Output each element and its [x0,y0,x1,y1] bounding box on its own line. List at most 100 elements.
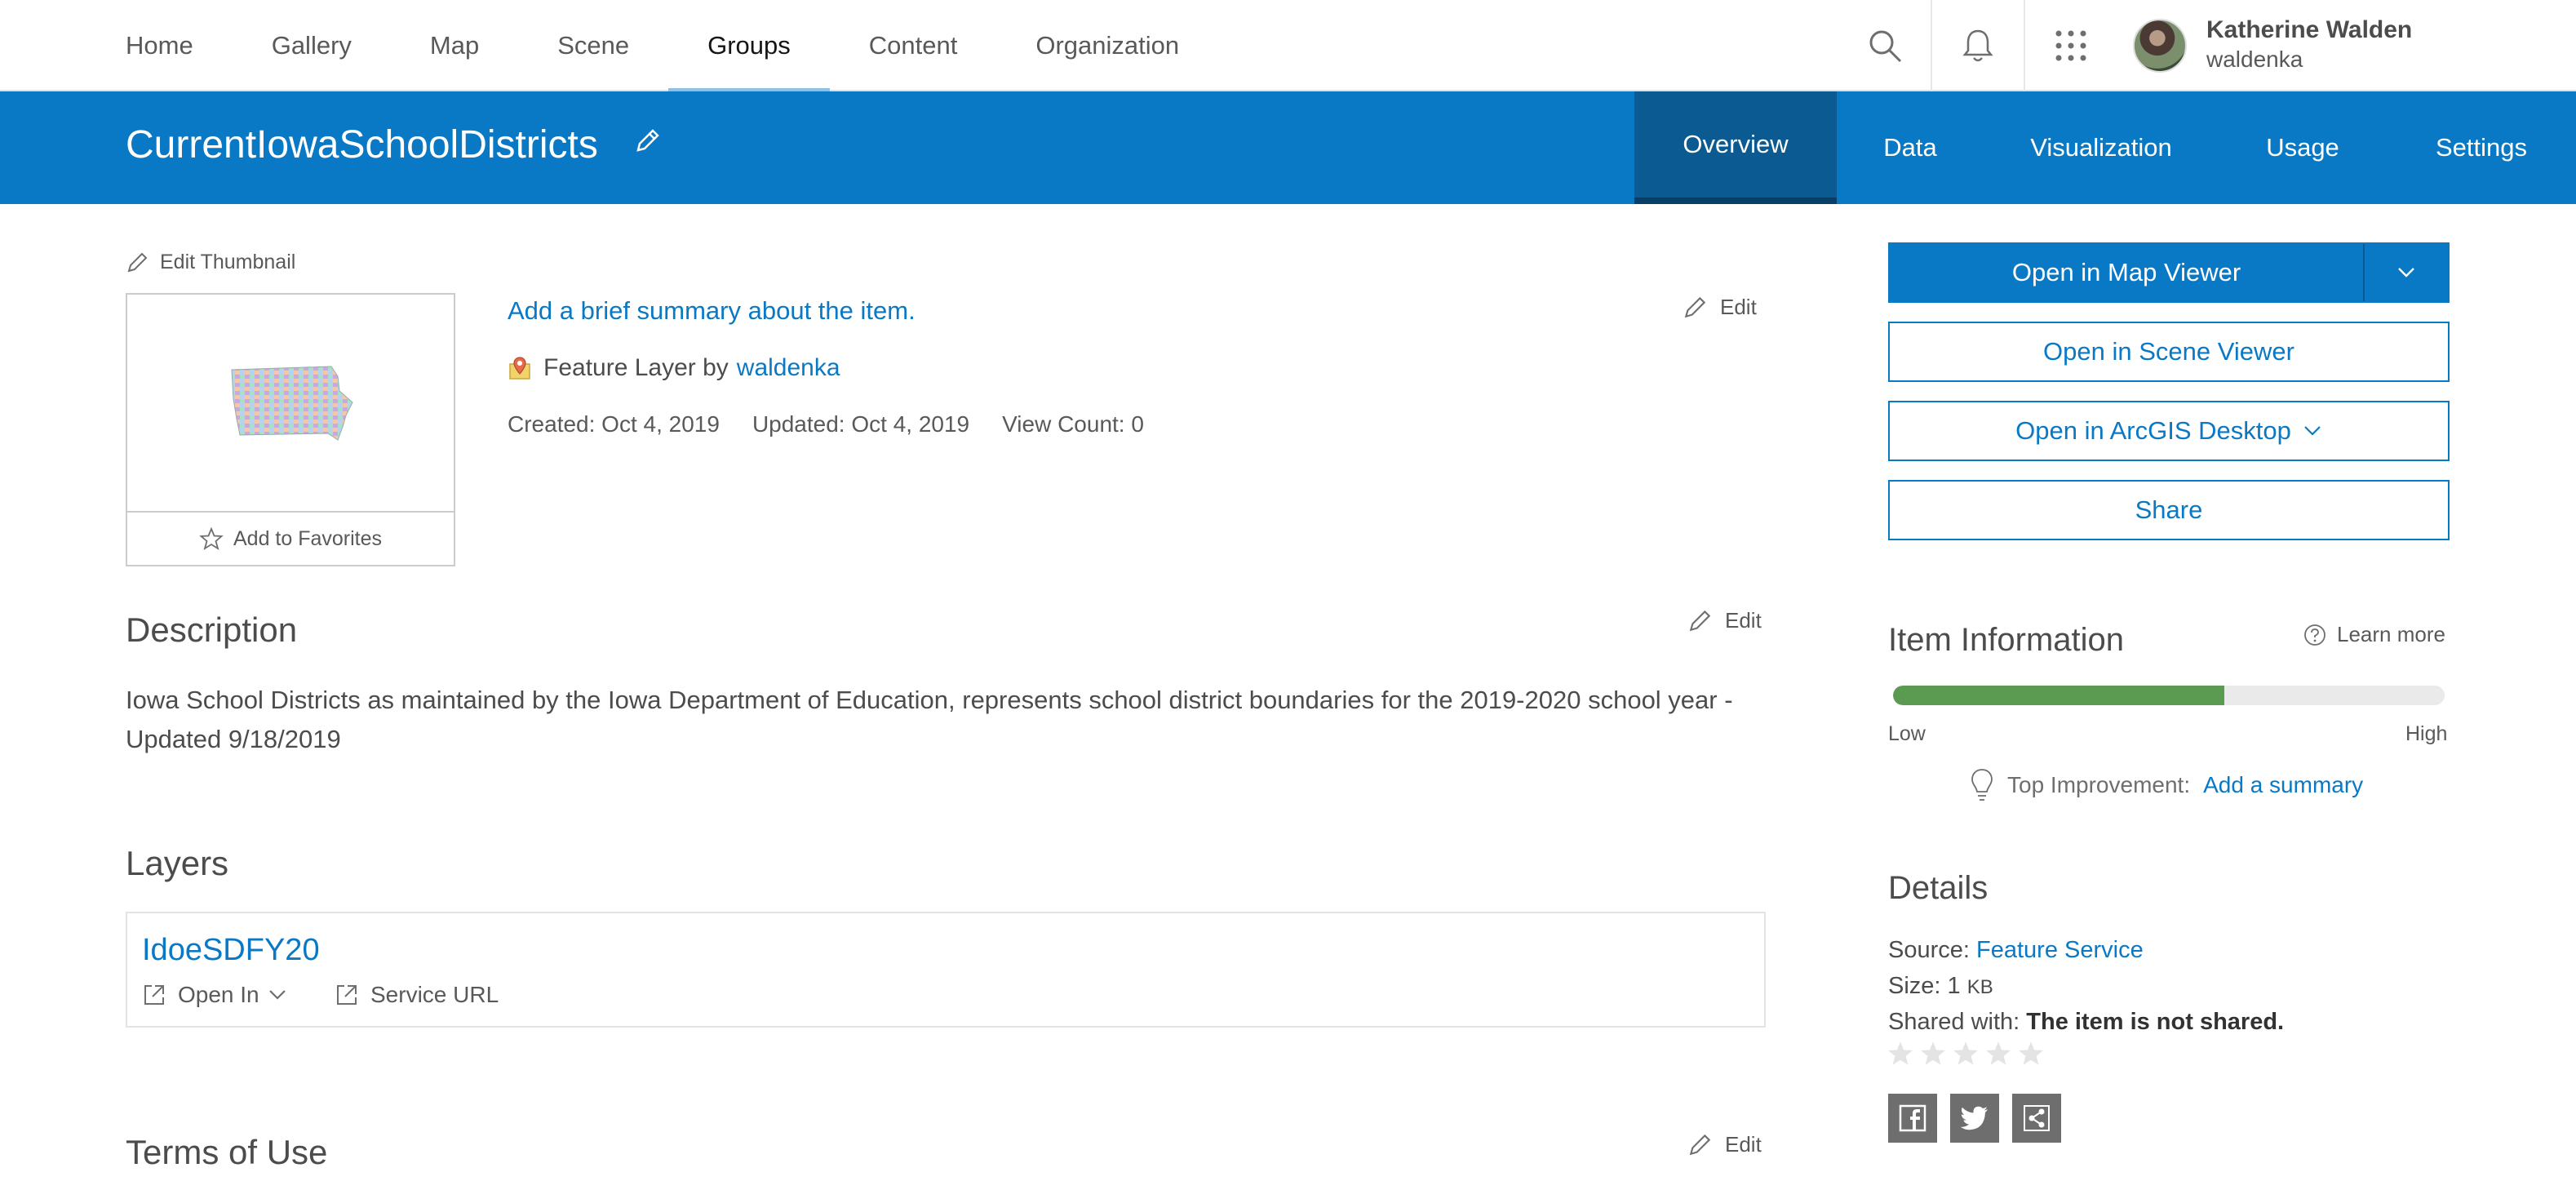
nav-content[interactable]: Content [869,0,958,91]
apps-grid-icon[interactable] [2025,0,2117,91]
chevron-down-icon [268,990,286,1000]
edit-description-button[interactable]: Edit [1687,607,1762,633]
updated-date: Updated: Oct 4, 2019 [752,411,970,437]
shared-with-value: The item is not shared. [2026,1009,2285,1035]
lightbulb-icon [1971,769,1993,801]
external-link-icon [144,985,164,1005]
share-icon[interactable] [2012,1094,2061,1143]
service-url-link[interactable]: Service URL [335,982,499,1008]
size-label: Size: [1888,973,1941,999]
user-username: waldenka [2206,47,2303,72]
star-rating-icon[interactable] [1919,1040,1947,1068]
layer-name-link[interactable]: IdoeSDFY20 [142,933,320,968]
share-label: Share [2135,495,2203,524]
star-rating-icon[interactable] [2017,1040,2045,1068]
chevron-down-icon [2398,268,2414,278]
bell-icon[interactable] [1932,0,2024,91]
description-text: Iowa School Districts as maintained by t… [126,686,1733,753]
nav-organization[interactable]: Organization [1035,0,1179,91]
meter-low-label: Low [1888,722,1926,745]
edit-thumbnail-link[interactable]: Edit Thumbnail [126,250,295,274]
item-dates: Created: Oct 4, 2019 Updated: Oct 4, 201… [508,411,1177,437]
top-improvement: Top Improvement: Add a summary [1970,767,2363,803]
tab-overview[interactable]: Overview [1634,91,1837,204]
thumbnail-image [127,295,454,511]
pencil-icon [127,252,148,273]
top-navigation: Home Gallery Map Scene Groups Content Or… [0,0,2576,93]
shared-with-label: Shared with: [1888,1009,2020,1035]
star-rating-icon[interactable] [1887,1040,1914,1068]
item-information-heading: Item Information [1888,622,2125,658]
item-type-line: Feature Layer by waldenka [508,354,840,382]
item-information-meter [1893,686,2445,705]
user-name[interactable]: Katherine Walden [2206,16,2412,44]
edit-label: Edit [1720,294,1757,319]
nav-home[interactable]: Home [126,0,193,91]
size-value: 1 [1947,973,1961,999]
nav-scene[interactable]: Scene [557,0,629,91]
map-viewer-options-toggle[interactable] [2363,244,2448,301]
edit-label: Edit [1725,607,1762,633]
size-unit: KB [1966,976,1993,998]
source-value-link[interactable]: Feature Service [1976,937,2144,963]
details-shared-with: Shared with: The item is not shared. [1888,1009,2284,1036]
add-summary-link[interactable]: Add a brief summary about the item. [508,296,916,326]
open-scene-viewer-label: Open in Scene Viewer [2043,337,2294,366]
open-scene-viewer-button[interactable]: Open in Scene Viewer [1888,322,2450,382]
avatar[interactable] [2133,19,2187,73]
star-rating-icon[interactable] [1952,1040,1980,1068]
owner-link[interactable]: waldenka [737,354,840,382]
edit-summary-button[interactable]: Edit [1683,294,1757,320]
nav-gallery[interactable]: Gallery [272,0,352,91]
tab-settings[interactable]: Settings [2387,91,2576,204]
open-map-viewer-split-button: Open in Map Viewer [1888,242,2450,303]
layers-heading: Layers [126,844,229,882]
question-circle-icon [2304,624,2325,646]
layer-card: IdoeSDFY20 Open In Service URL [126,912,1766,1028]
item-tabs: Overview Data Visualization Usage Settin… [1634,91,2576,204]
edit-title-pencil-icon[interactable] [633,127,661,155]
add-to-favorites-button[interactable]: Add to Favorites [127,511,454,565]
item-header: CurrentIowaSchoolDistricts Overview Data… [0,91,2576,204]
facebook-icon[interactable] [1888,1094,1937,1143]
open-arcgis-desktop-button[interactable]: Open in ArcGIS Desktop [1888,401,2450,461]
details-source: Source: Feature Service [1888,937,2144,964]
thumbnail-card: Add to Favorites [126,293,455,566]
chevron-down-icon [2304,426,2321,436]
page-title: CurrentIowaSchoolDistricts [126,123,598,167]
pencil-icon [1689,1134,1711,1156]
open-in-dropdown[interactable]: Open In [142,982,299,1008]
tab-data[interactable]: Data [1837,91,1984,204]
pencil-icon [1684,296,1706,318]
social-share-buttons [1888,1094,2074,1143]
tab-visualization[interactable]: Visualization [1984,91,2219,204]
open-in-label: Open In [178,982,259,1007]
item-information-meter-fill [1893,686,2224,705]
feature-layer-icon [509,357,530,380]
share-button[interactable]: Share [1888,480,2450,540]
twitter-icon[interactable] [1950,1094,1999,1143]
nav-groups[interactable]: Groups [668,0,830,93]
tab-usage[interactable]: Usage [2219,91,2387,204]
learn-more-link[interactable]: Learn more [2303,622,2445,647]
details-heading: Details [1888,870,1989,906]
details-size: Size: 1 KB [1888,973,1993,1000]
view-count: View Count: 0 [1002,411,1144,437]
nav-map[interactable]: Map [430,0,479,91]
star-rating-icon[interactable] [1984,1040,2012,1068]
terms-heading: Terms of Use [126,1133,328,1171]
search-icon[interactable] [1839,0,1931,91]
edit-thumbnail-label: Edit Thumbnail [160,250,296,273]
learn-more-label: Learn more [2337,622,2445,646]
rating-stars [1887,1040,2050,1068]
item-type-text: Feature Layer by [543,354,729,381]
created-date: Created: Oct 4, 2019 [508,411,720,437]
star-icon [199,526,224,550]
edit-label: Edit [1725,1131,1762,1157]
add-summary-improvement-link[interactable]: Add a summary [2203,772,2363,798]
meter-high-label: High [2405,722,2448,745]
edit-terms-button[interactable]: Edit [1687,1131,1762,1157]
pencil-icon [1689,610,1711,632]
open-map-viewer-button[interactable]: Open in Map Viewer [1890,244,2363,301]
external-link-icon [337,985,357,1005]
